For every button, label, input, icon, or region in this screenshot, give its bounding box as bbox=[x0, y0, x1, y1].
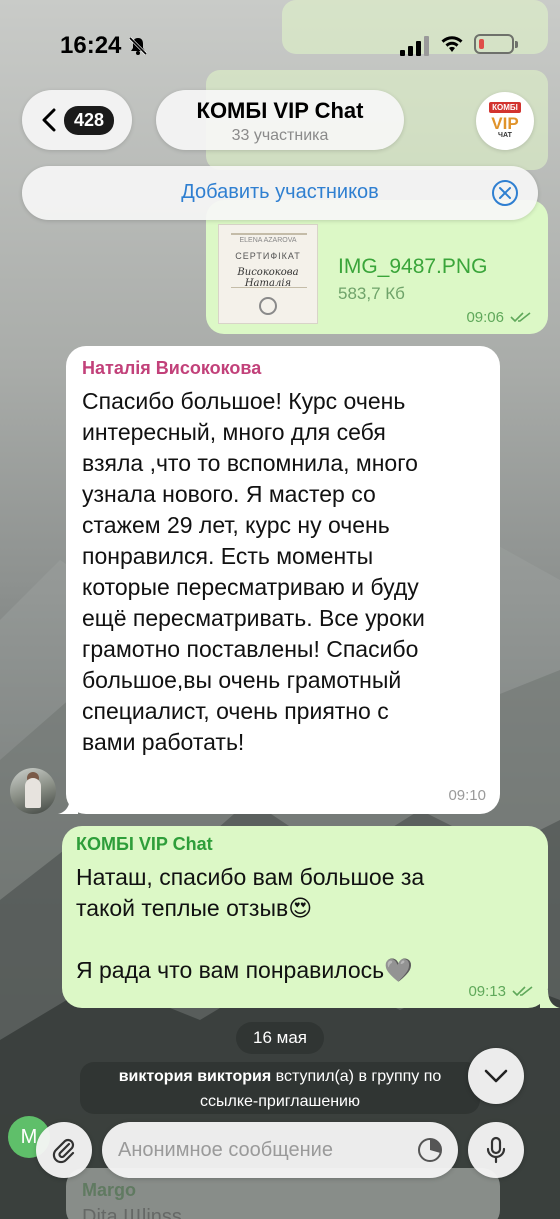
message-text: Спасибо большое! Курс очень интересный, … bbox=[82, 388, 425, 755]
logo-top-text: КОМБІ bbox=[489, 102, 521, 113]
outgoing-message[interactable]: КОМБІ VIP Chat Наташ, спасибо вам большо… bbox=[62, 826, 548, 1008]
file-name[interactable]: IMG_9487.PNG bbox=[338, 255, 487, 279]
attach-button[interactable] bbox=[36, 1122, 92, 1178]
member-count: 33 участника bbox=[231, 127, 329, 144]
double-check-icon bbox=[512, 986, 533, 997]
date-separator: 16 мая bbox=[236, 1022, 324, 1054]
incoming-message[interactable]: Наталія Висококова Спасибо большое! Курс… bbox=[66, 346, 500, 814]
logo-bottom-text: ЧАТ bbox=[498, 132, 512, 139]
scroll-down-button[interactable] bbox=[468, 1048, 524, 1104]
voice-message-button[interactable] bbox=[468, 1122, 524, 1178]
status-time: 16:24 bbox=[60, 32, 122, 59]
self-destruct-timer-icon[interactable] bbox=[416, 1136, 444, 1164]
service-action-line2: ссылке-приглашению bbox=[200, 1093, 360, 1110]
group-avatar[interactable]: КОМБІ VIP ЧАТ bbox=[476, 92, 534, 150]
certificate-brand: ELENA AZAROVA bbox=[239, 237, 297, 244]
certificate-title: СЕРТИФІКАТ bbox=[235, 251, 301, 261]
message-time: 09:06 bbox=[466, 309, 504, 326]
bell-off-icon bbox=[128, 36, 148, 56]
certificate-seal-icon bbox=[259, 297, 277, 315]
chevron-left-icon bbox=[42, 108, 56, 132]
message-text: Dita Щlinss bbox=[82, 1206, 182, 1219]
microphone-icon bbox=[486, 1136, 506, 1164]
message-input[interactable] bbox=[118, 1136, 408, 1164]
wifi-icon bbox=[441, 36, 463, 52]
add-members-banner[interactable]: Добавить участников bbox=[22, 166, 538, 220]
chat-title: КОМБІ VIP Chat bbox=[196, 98, 364, 123]
certificate-name: Висококова Наталія bbox=[237, 267, 299, 289]
status-bar: 16:24 bbox=[0, 0, 560, 92]
message-time: 09:10 bbox=[448, 787, 486, 804]
double-check-icon bbox=[510, 312, 531, 323]
joined-user-name[interactable]: виктория виктория bbox=[119, 1068, 272, 1085]
file-message[interactable]: ELENA AZAROVA СЕРТИФІКАТ Висококова Ната… bbox=[206, 200, 548, 334]
message-input-field[interactable] bbox=[102, 1122, 458, 1178]
close-icon[interactable] bbox=[490, 178, 520, 208]
certificate-line bbox=[231, 233, 307, 235]
cellular-signal-icon bbox=[400, 36, 429, 56]
sender-name: Margo bbox=[82, 1180, 136, 1200]
avatar-figure bbox=[25, 778, 41, 808]
unread-count-badge: 428 bbox=[64, 105, 115, 135]
certificate-thumbnail[interactable]: ELENA AZAROVA СЕРТИФІКАТ Висококова Ната… bbox=[218, 224, 318, 324]
message-text: Наташ, спасибо вам большое за такой тепл… bbox=[76, 864, 425, 983]
service-message: виктория виктория вступил(а) в группу по… bbox=[80, 1062, 480, 1114]
certificate-line bbox=[231, 287, 307, 288]
file-size: 583,7 Кб bbox=[338, 284, 405, 303]
chevron-down-icon bbox=[484, 1069, 508, 1083]
back-button[interactable]: 428 bbox=[22, 90, 132, 150]
sender-name[interactable]: Наталія Висококова bbox=[82, 358, 261, 379]
service-action: вступил(а) в группу по bbox=[275, 1068, 442, 1085]
paperclip-icon bbox=[52, 1138, 75, 1164]
chat-title-button[interactable]: КОМБІ VIP Chat 33 участника bbox=[156, 90, 404, 150]
battery-level bbox=[479, 39, 484, 49]
sender-name[interactable]: КОМБІ VIP Chat bbox=[76, 834, 213, 855]
logo-middle-text: VIP bbox=[491, 114, 519, 133]
battery-icon bbox=[474, 34, 518, 54]
sender-avatar[interactable] bbox=[10, 768, 56, 814]
message-time: 09:13 bbox=[468, 983, 506, 1000]
add-members-label: Добавить участников bbox=[181, 181, 379, 203]
